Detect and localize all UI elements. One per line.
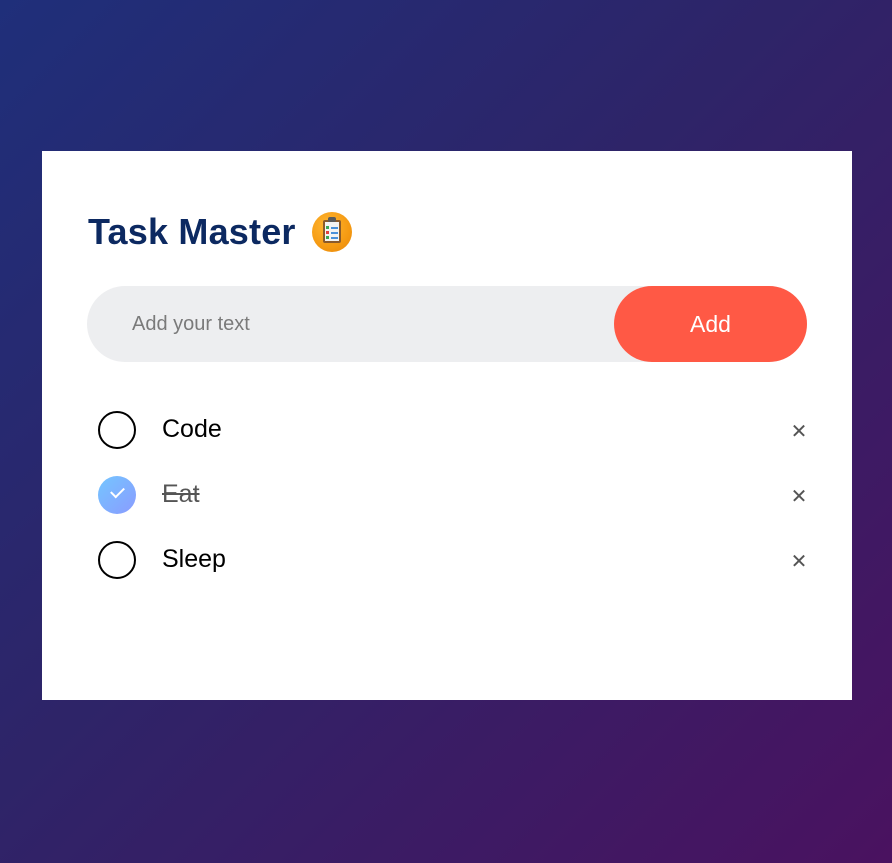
add-button[interactable]: Add (614, 286, 807, 362)
todo-card: Task Master Add Code ✕ Eat ✕ Sleep (42, 151, 852, 700)
task-label[interactable]: Sleep (162, 545, 226, 574)
close-icon[interactable]: ✕ (787, 484, 811, 508)
close-icon[interactable]: ✕ (787, 419, 811, 443)
task-item: Code ✕ (98, 405, 807, 470)
app-title: Task Master (88, 211, 296, 252)
task-item: Sleep ✕ (98, 535, 807, 600)
task-item: Eat ✕ (98, 470, 807, 535)
task-checkbox[interactable] (98, 541, 136, 579)
task-checkbox[interactable] (98, 411, 136, 449)
header: Task Master (88, 211, 352, 253)
task-checkbox-checked[interactable] (98, 476, 136, 514)
task-label[interactable]: Code (162, 415, 222, 444)
task-input[interactable] (87, 286, 607, 362)
add-task-row: Add (87, 286, 807, 362)
task-list: Code ✕ Eat ✕ Sleep ✕ (98, 405, 807, 600)
task-label[interactable]: Eat (162, 480, 200, 509)
clipboard-checklist-icon (311, 212, 352, 252)
close-icon[interactable]: ✕ (787, 549, 811, 573)
